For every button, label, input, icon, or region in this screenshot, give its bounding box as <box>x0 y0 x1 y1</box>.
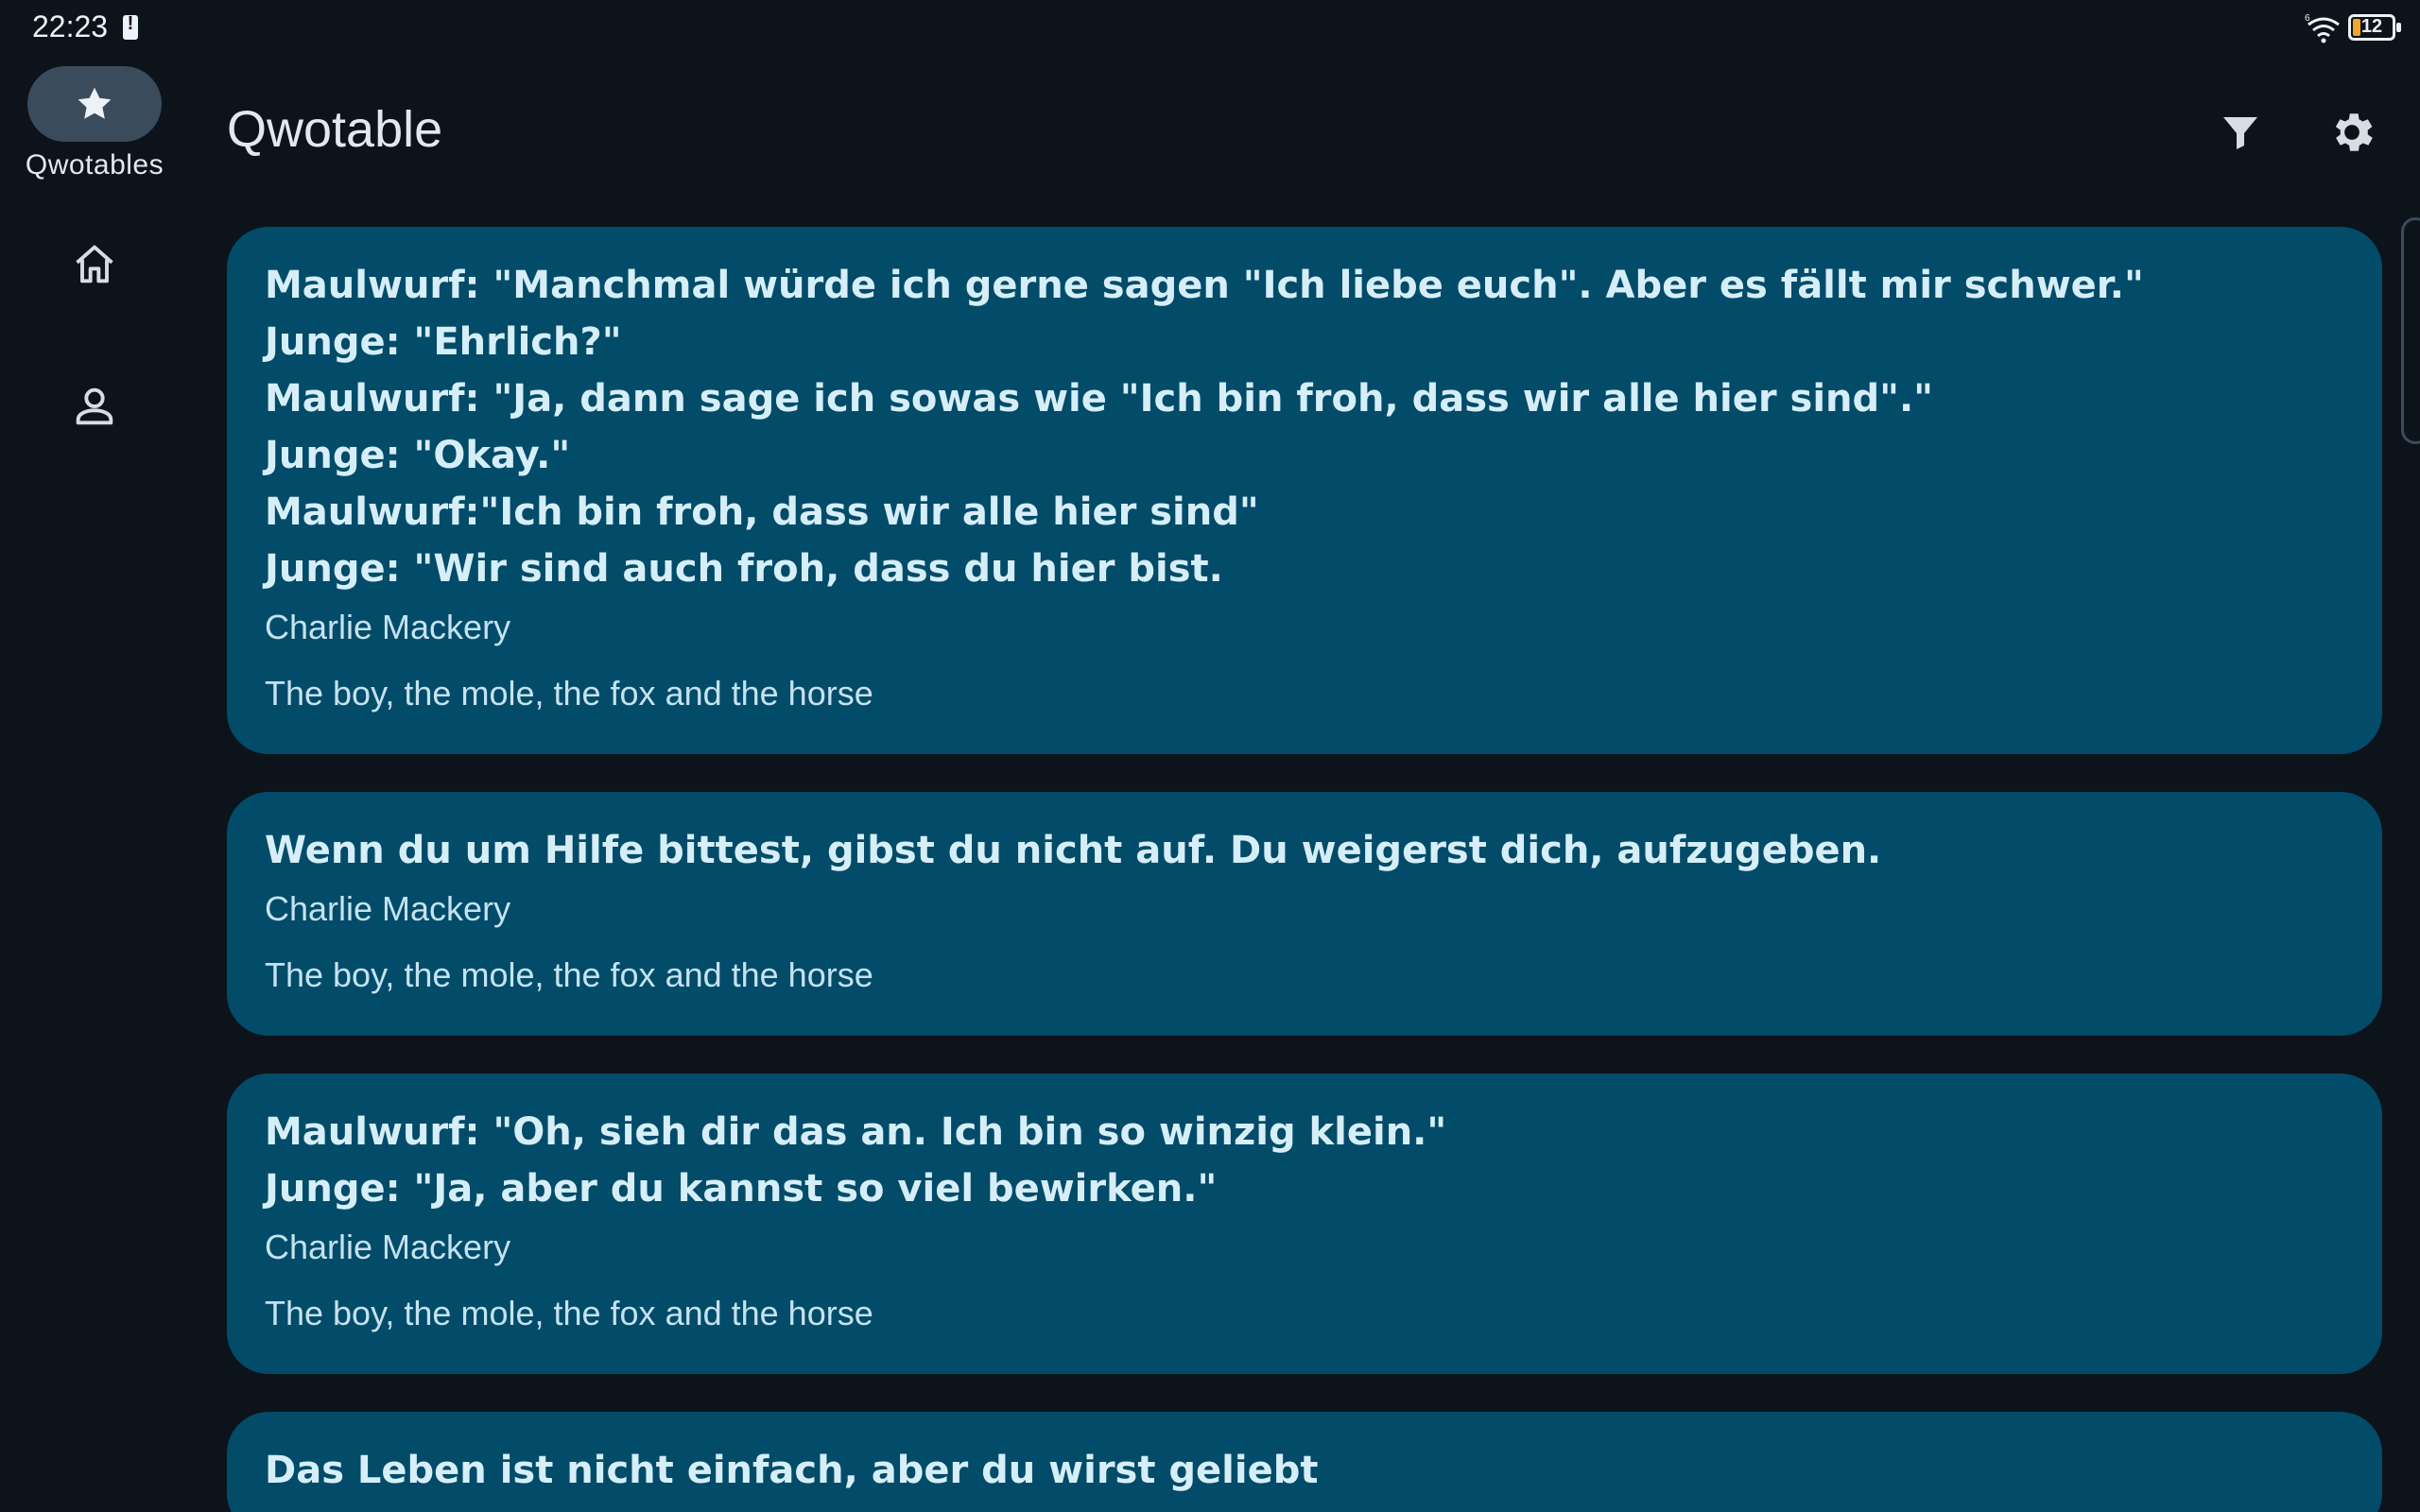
quote-source: The boy, the mole, the fox and the horse <box>265 674 873 713</box>
nav-item-profile[interactable] <box>55 367 134 446</box>
battery-alert-icon <box>123 13 138 40</box>
quote-text-line: Das Leben ist nicht einfach, aber du wir… <box>265 1449 1319 1492</box>
battery-icon: 12 <box>2348 14 2401 41</box>
nav-active-indicator <box>27 66 162 142</box>
filter-button[interactable] <box>2206 98 2274 166</box>
quote-card[interactable]: Maulwurf: "Manchmal würde ich gerne sage… <box>227 227 2382 754</box>
navigation-rail: Qwotables <box>0 57 189 1512</box>
scrollbar[interactable] <box>2401 217 2420 444</box>
page-title: Qwotable <box>227 101 443 158</box>
battery-level: 12 <box>2360 16 2383 37</box>
status-time: 22:23 <box>32 9 109 43</box>
quote-author: Charlie Mackery <box>265 889 511 928</box>
quote-card[interactable]: Maulwurf: "Oh, sieh dir das an. Ich bin … <box>227 1074 2382 1374</box>
status-icons: 6 12 <box>2303 11 2401 43</box>
status-bar: 22:23 6 12 <box>0 0 2420 57</box>
wifi-icon: 6 <box>2305 13 2340 43</box>
quote-source: The boy, the mole, the fox and the horse <box>265 1294 873 1332</box>
quote-text-line: Maulwurf: "Oh, sieh dir das an. Ich bin … <box>265 1110 1447 1154</box>
quote-text-line: Junge: "Wir sind auch froh, dass du hier… <box>265 547 1223 591</box>
quote-card[interactable]: Das Leben ist nicht einfach, aber du wir… <box>227 1412 2382 1512</box>
nav-item-label: Qwotables <box>25 149 164 180</box>
person-icon <box>76 387 113 425</box>
quote-text-line: Junge: "Ja, aber du kannst so viel bewir… <box>265 1167 1218 1211</box>
quote-text-line: Wenn du um Hilfe bittest, gibst du nicht… <box>265 829 1882 872</box>
network-label: 6 <box>2305 13 2310 24</box>
quote-author: Charlie Mackery <box>265 1228 511 1266</box>
quote-text-line: Maulwurf: "Ja, dann sage ich sowas wie "… <box>265 377 1934 421</box>
gear-icon <box>2335 113 2373 151</box>
quote-source: The boy, the mole, the fox and the horse <box>265 955 873 994</box>
quote-card[interactable]: Wenn du um Hilfe bittest, gibst du nicht… <box>227 792 2382 1036</box>
quote-text-line: Maulwurf: "Manchmal würde ich gerne sage… <box>265 264 2144 307</box>
quote-list[interactable]: Maulwurf: "Manchmal würde ich gerne sage… <box>227 227 2382 1512</box>
home-icon <box>76 245 113 284</box>
filter-icon <box>2223 117 2257 149</box>
settings-button[interactable] <box>2318 98 2386 166</box>
nav-item-qwotables[interactable]: Qwotables <box>0 66 189 181</box>
quote-text-line: Maulwurf:"Ich bin froh, dass wir alle hi… <box>265 490 1259 534</box>
quote-text-line: Junge: "Okay." <box>265 434 571 477</box>
quote-text-line: Junge: "Ehrlich?" <box>265 320 622 364</box>
quote-author: Charlie Mackery <box>265 608 511 646</box>
nav-item-home[interactable] <box>55 225 134 304</box>
star-icon <box>78 87 112 119</box>
